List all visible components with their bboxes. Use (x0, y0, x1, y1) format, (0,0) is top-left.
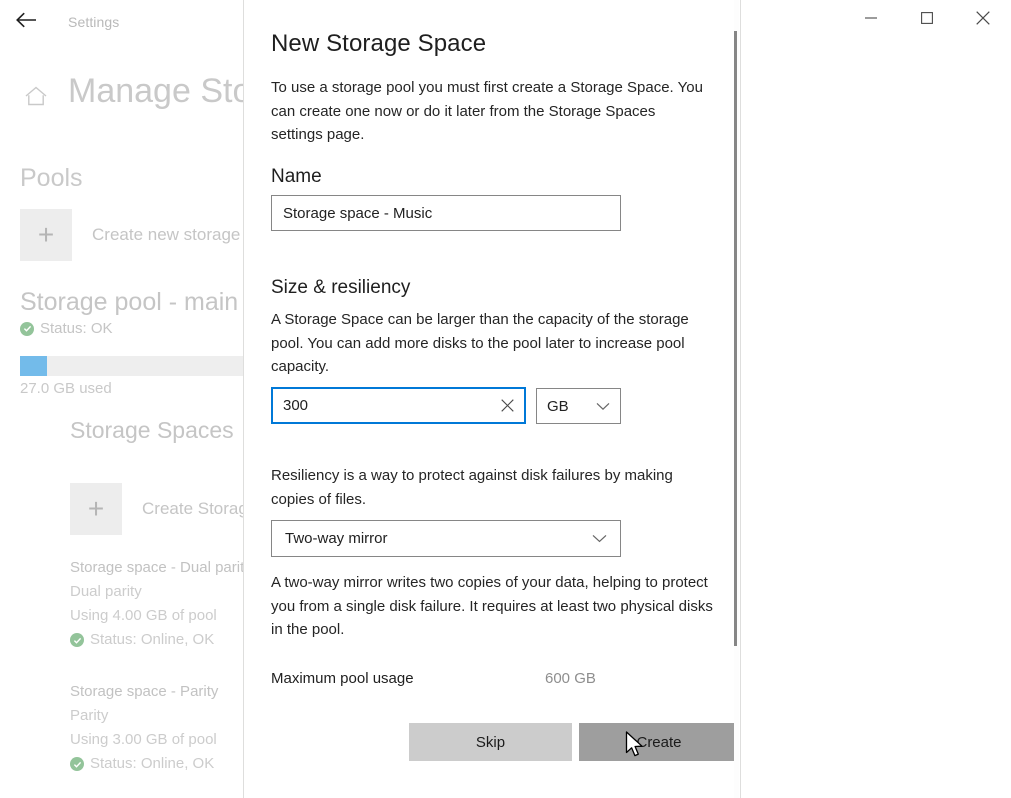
maximum-pool-usage-row: Maximum pool usage 600 GB (271, 670, 621, 687)
space-status: Status: Online, OK (70, 752, 218, 776)
status-text: Status: Online, OK (90, 631, 215, 648)
back-button[interactable] (8, 4, 44, 36)
storage-pool-status: Status: OK (20, 320, 113, 337)
space-resiliency: Parity (70, 707, 109, 724)
space-usage: Using 3.00 GB of pool (70, 731, 217, 748)
close-icon (976, 11, 990, 25)
list-item[interactable]: Storage space - Parity Parity Using 3.00… (70, 680, 218, 776)
pools-heading: Pools (20, 164, 83, 192)
status-ok-icon (20, 321, 34, 336)
create-button[interactable]: Create (579, 723, 739, 761)
size-input-wrapper[interactable] (271, 387, 526, 424)
resiliency-dropdown[interactable]: Two-way mirror (271, 520, 621, 557)
clear-x-icon[interactable] (490, 389, 524, 422)
space-resiliency: Dual parity (70, 583, 142, 600)
unit-value: GB (547, 397, 569, 415)
space-name: Storage space - Parity (70, 683, 219, 700)
new-storage-space-dialog: New Storage Space To use a storage pool … (243, 0, 741, 798)
window-controls (843, 0, 1011, 36)
dialog-intro-text: To use a storage pool you must first cre… (271, 79, 703, 143)
status-ok-icon (70, 633, 84, 647)
maximize-button[interactable] (899, 0, 955, 36)
plus-icon: + (20, 209, 72, 261)
dialog-scrollbar-thumb[interactable] (734, 31, 737, 646)
name-input[interactable] (271, 195, 621, 231)
app-label: Settings (68, 14, 120, 30)
maximize-icon (921, 12, 933, 24)
chevron-down-icon (592, 534, 607, 543)
home-icon[interactable] (22, 82, 50, 110)
resiliency-value: Two-way mirror (285, 530, 388, 547)
chevron-down-icon (596, 402, 610, 411)
space-usage: Using 4.00 GB of pool (70, 607, 217, 624)
create-new-storage-pool-button[interactable]: + Create new storage pool (20, 209, 277, 261)
storage-spaces-heading: Storage Spaces (70, 417, 234, 443)
unit-dropdown[interactable]: GB (536, 388, 621, 424)
space-status: Status: Online, OK (70, 628, 252, 652)
resiliency-detail-text: A two-way mirror writes two copies of yo… (271, 574, 713, 638)
maximum-pool-usage-label: Maximum pool usage (271, 670, 414, 687)
pool-usage-bar (20, 356, 243, 376)
space-name: Storage space - Dual parity (70, 559, 252, 576)
resiliency-description: Resiliency is a way to protect against d… (271, 467, 673, 508)
size-section-heading: Size & resiliency (271, 277, 411, 298)
storage-pool-name[interactable]: Storage pool - main (20, 288, 238, 317)
skip-button[interactable]: Skip (409, 723, 572, 761)
pool-used-text: 27.0 GB used (20, 380, 112, 397)
status-text: Status: Online, OK (90, 755, 215, 772)
size-input[interactable] (273, 389, 490, 422)
dialog-scrollbar-track[interactable] (734, 0, 739, 798)
name-section-heading: Name (271, 166, 322, 187)
status-text: Status: OK (40, 320, 113, 337)
minimize-button[interactable] (843, 0, 899, 36)
status-ok-icon (70, 757, 84, 771)
plus-icon: + (70, 483, 122, 535)
dialog-title: New Storage Space (271, 30, 487, 57)
maximum-pool-usage-value: 600 GB (545, 670, 596, 687)
back-arrow-icon (15, 12, 37, 28)
size-description: A Storage Space can be larger than the c… (271, 311, 689, 375)
close-button[interactable] (955, 0, 1011, 36)
list-item[interactable]: Storage space - Dual parity Dual parity … (70, 556, 252, 652)
dialog-button-row: Skip Create (409, 723, 739, 761)
pool-usage-bar-fill (20, 356, 47, 376)
minimize-icon (864, 13, 878, 23)
